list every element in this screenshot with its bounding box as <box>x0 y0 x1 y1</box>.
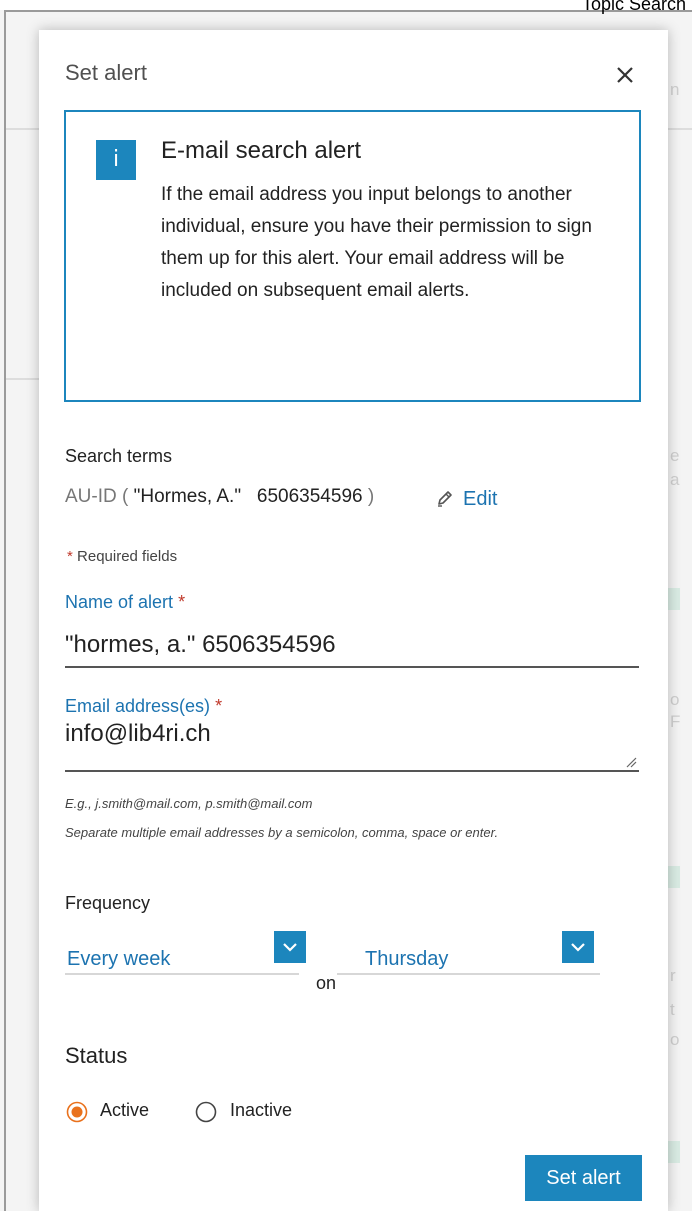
email-label-text: Email address(es) <box>65 696 211 716</box>
search-terms-query: AU-ID ( "Hormes, A." 6506354596 ) <box>65 486 374 508</box>
alert-name-input[interactable] <box>65 624 639 668</box>
background-text: o <box>670 1030 680 1049</box>
background-marker <box>668 866 680 888</box>
info-heading: E-mail search alert <box>161 137 362 164</box>
email-separator-hint: Separate multiple email addresses by a s… <box>65 825 499 840</box>
search-terms-suffix: ) <box>367 486 375 507</box>
resize-grip-icon[interactable] <box>625 756 637 768</box>
background-divider <box>6 378 39 380</box>
frequency-day-select[interactable]: Thursday <box>337 931 600 975</box>
search-terms-prefix: AU-ID ( <box>65 486 129 507</box>
active-radio-label[interactable]: Active <box>100 1100 149 1121</box>
email-address-input[interactable]: info@lib4ri.ch <box>65 720 639 772</box>
required-star: * <box>215 696 223 716</box>
screen: n e a o F r t o Topic Search Set alert i… <box>0 0 692 1211</box>
dialog-title: Set alert <box>65 60 147 85</box>
email-label: Email address(es) * <box>65 696 222 717</box>
background-text: F <box>670 712 681 731</box>
day-dropdown-button[interactable] <box>562 931 594 963</box>
status-heading: Status <box>65 1043 128 1068</box>
chevron-down-icon <box>283 943 297 952</box>
active-radio[interactable] <box>66 1101 88 1123</box>
inactive-radio-label[interactable]: Inactive <box>230 1100 292 1121</box>
pencil-icon <box>438 491 452 507</box>
frequency-interval-value: Every week <box>67 948 171 970</box>
window-left-border <box>4 12 6 1211</box>
interval-dropdown-button[interactable] <box>274 931 306 963</box>
background-text: o <box>670 690 680 709</box>
chevron-down-icon <box>571 943 585 952</box>
info-message-box: i E-mail search alert If the email addre… <box>64 110 641 402</box>
background-text: e <box>670 446 680 465</box>
frequency-day-value: Thursday <box>365 948 449 970</box>
background-text: a <box>670 470 680 489</box>
required-star: * <box>67 548 73 565</box>
info-text: If the email address you input belongs t… <box>161 184 592 301</box>
required-star: * <box>178 592 186 612</box>
background-text: r <box>670 966 676 985</box>
inactive-radio[interactable] <box>195 1101 217 1123</box>
background-text: t <box>670 1000 675 1019</box>
alert-name-label: Name of alert * <box>65 592 185 613</box>
topic-search-label: Topic Search <box>581 0 686 14</box>
radio-unselected-icon <box>195 1101 217 1123</box>
background-marker <box>668 588 680 610</box>
required-fields-note: * Required fields <box>67 548 177 565</box>
alert-name-label-text: Name of alert <box>65 592 174 612</box>
set-alert-button[interactable]: Set alert <box>525 1155 642 1201</box>
close-button[interactable] <box>612 62 638 88</box>
edit-search-link[interactable]: Edit <box>435 488 497 511</box>
background-divider <box>668 128 692 130</box>
radio-selected-icon <box>66 1101 88 1123</box>
close-icon <box>617 67 633 83</box>
edit-label: Edit <box>463 488 498 510</box>
background-marker <box>668 1141 680 1163</box>
set-alert-dialog: Set alert i E-mail search alert If the e… <box>39 30 668 1211</box>
frequency-label: Frequency <box>65 893 151 913</box>
frequency-interval-select[interactable]: Every week <box>65 931 306 975</box>
info-icon: i <box>96 140 136 180</box>
search-terms-value: "Hormes, A." 6506354596 <box>133 486 363 507</box>
search-terms-label: Search terms <box>65 446 173 466</box>
required-note-text: Required fields <box>77 548 178 565</box>
background-text: n <box>670 80 680 99</box>
on-label: on <box>316 973 337 993</box>
background-divider <box>6 128 39 130</box>
email-example-hint: E.g., j.smith@mail.com, p.smith@mail.com <box>65 796 313 811</box>
